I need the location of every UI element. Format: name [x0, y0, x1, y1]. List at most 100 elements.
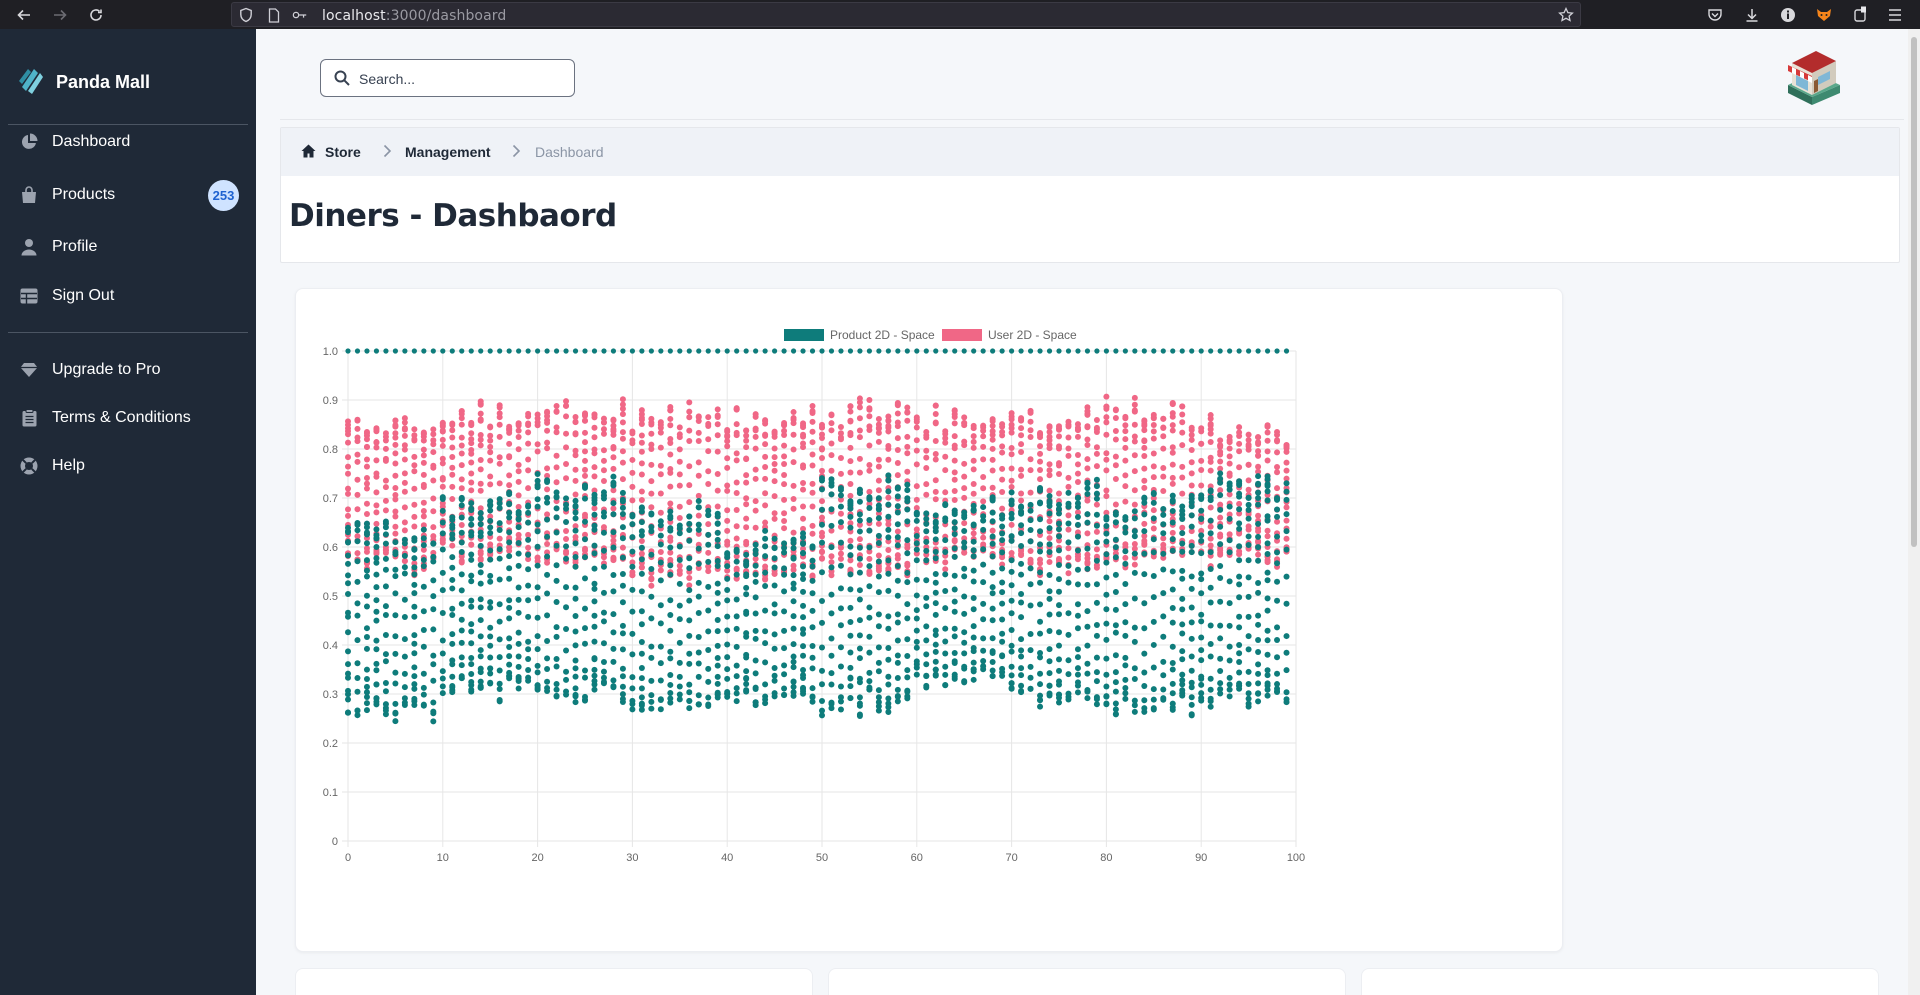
- user-2d-space-point: [619, 419, 626, 426]
- user-2d-space-point: [1141, 477, 1148, 484]
- download-icon[interactable]: [1741, 4, 1763, 26]
- product-2d-space-point: [496, 601, 503, 608]
- menu-hamburger-icon[interactable]: [1884, 4, 1906, 26]
- shield-icon[interactable]: [238, 7, 254, 23]
- sidebar-item-label: Terms & Conditions: [52, 409, 191, 426]
- user-2d-space-point: [809, 451, 816, 458]
- user-2d-space-point: [1179, 429, 1186, 436]
- product-2d-space-point: [923, 528, 930, 535]
- product-2d-space-point: [1103, 574, 1110, 581]
- sidebar-item-profile[interactable]: Profile: [0, 225, 256, 269]
- product-2d-space-point: [534, 662, 541, 669]
- user-2d-space-point: [894, 555, 901, 562]
- product-2d-space-point: [961, 610, 968, 617]
- sidebar-item-products[interactable]: Products 253: [0, 173, 256, 217]
- home-icon[interactable]: [301, 144, 316, 163]
- bookmark-star-icon[interactable]: [1558, 7, 1574, 23]
- fox-extension-icon[interactable]: [1813, 4, 1835, 26]
- user-2d-space-point: [1008, 550, 1015, 557]
- sidebar-item-terms-conditions[interactable]: Terms & Conditions: [0, 396, 256, 440]
- product-2d-space-point: [638, 621, 645, 628]
- product-2d-space-point: [1207, 641, 1214, 648]
- product-2d-space-point: [1046, 670, 1053, 677]
- sidebar-item-sign-out[interactable]: Sign Out: [0, 274, 256, 318]
- key-icon[interactable]: [292, 7, 308, 23]
- back-arrow-icon[interactable]: [13, 4, 35, 26]
- product-2d-space-point: [1103, 655, 1110, 662]
- product-2d-space-point: [913, 671, 920, 678]
- product-2d-space-point: [430, 606, 437, 613]
- user-2d-space-point: [648, 441, 655, 448]
- page-scrollbar[interactable]: [1908, 29, 1920, 995]
- product-2d-space-point: [1027, 538, 1034, 545]
- user-2d-space-point: [828, 440, 835, 447]
- user-2d-space-point: [970, 490, 977, 497]
- product-2d-space-point: [1084, 623, 1091, 630]
- product-2d-space-point: [411, 613, 418, 620]
- product-2d-space-point: [904, 674, 911, 681]
- product-2d-space-point: [752, 699, 759, 706]
- product-2d-space-point: [345, 661, 351, 668]
- url-bar[interactable]: localhost:3000/dashboard: [231, 2, 1581, 27]
- product-2d-space-point: [847, 552, 854, 559]
- product-2d-space-point: [1217, 523, 1224, 530]
- scrollbar-thumb[interactable]: [1911, 37, 1917, 547]
- product-2d-space-point: [392, 539, 399, 546]
- product-2d-space-point: [705, 531, 712, 538]
- sidebar-item-dashboard[interactable]: Dashboard: [0, 120, 256, 164]
- extension-puzzle-icon[interactable]: [1849, 4, 1871, 26]
- breadcrumb-store[interactable]: Store: [325, 144, 361, 160]
- user-2d-space-point: [790, 505, 797, 512]
- product-2d-space-point: [1056, 678, 1062, 685]
- info-icon[interactable]: [1777, 4, 1799, 26]
- product-2d-space-point: [363, 567, 370, 574]
- product-2d-space-point: [923, 661, 930, 668]
- product-2d-space-point: [980, 635, 987, 642]
- product-2d-space-point: [515, 640, 522, 647]
- product-2d-space-point: [980, 546, 987, 553]
- product-2d-space-point: [904, 348, 910, 354]
- user-2d-space-point: [496, 535, 503, 542]
- product-2d-space-point: [1141, 669, 1148, 676]
- product-2d-space-point: [1018, 599, 1025, 606]
- product-2d-space-point: [847, 683, 854, 690]
- brand[interactable]: Panda Mall: [18, 65, 150, 100]
- user-2d-space-point: [411, 485, 418, 492]
- product-2d-space-point: [1018, 636, 1025, 643]
- product-2d-space-point: [676, 616, 683, 623]
- product-2d-space-point: [800, 666, 807, 673]
- forward-arrow-icon[interactable]: [49, 4, 71, 26]
- user-2d-space-point: [1065, 474, 1072, 481]
- store-avatar[interactable]: [1778, 45, 1846, 107]
- product-2d-space-point: [837, 486, 844, 493]
- search-box[interactable]: [320, 59, 575, 97]
- product-2d-space-point: [458, 675, 465, 682]
- user-2d-space-point: [1084, 442, 1091, 449]
- product-2d-space-point: [506, 553, 513, 560]
- user-2d-space-point: [345, 490, 351, 497]
- product-2d-space-point: [1150, 490, 1157, 497]
- reload-icon[interactable]: [85, 4, 107, 26]
- user-2d-space-point: [591, 505, 598, 512]
- product-2d-space-point: [430, 540, 437, 547]
- user-2d-space-point: [430, 431, 437, 438]
- user-2d-space-point: [449, 427, 456, 434]
- search-input[interactable]: [359, 69, 564, 89]
- user-2d-space-point: [506, 440, 513, 447]
- product-2d-space-point: [411, 603, 418, 610]
- sidebar-item-upgrade-to-pro[interactable]: Upgrade to Pro: [0, 348, 256, 392]
- product-2d-space-point: [392, 633, 399, 640]
- user-2d-space-point: [496, 480, 503, 487]
- pocket-icon[interactable]: [1704, 4, 1726, 26]
- product-2d-space-point: [1160, 550, 1167, 557]
- product-2d-space-point: [714, 520, 721, 527]
- sidebar-item-help[interactable]: Help: [0, 444, 256, 488]
- url-text[interactable]: localhost:3000/dashboard: [322, 8, 506, 24]
- breadcrumb-management[interactable]: Management: [405, 144, 491, 160]
- product-2d-space-point: [904, 487, 911, 494]
- user-2d-space-point: [771, 493, 778, 500]
- product-2d-space-point: [1074, 646, 1081, 653]
- product-2d-space-point: [894, 652, 901, 659]
- product-2d-space-point: [1046, 541, 1053, 548]
- user-2d-space-point: [970, 422, 977, 429]
